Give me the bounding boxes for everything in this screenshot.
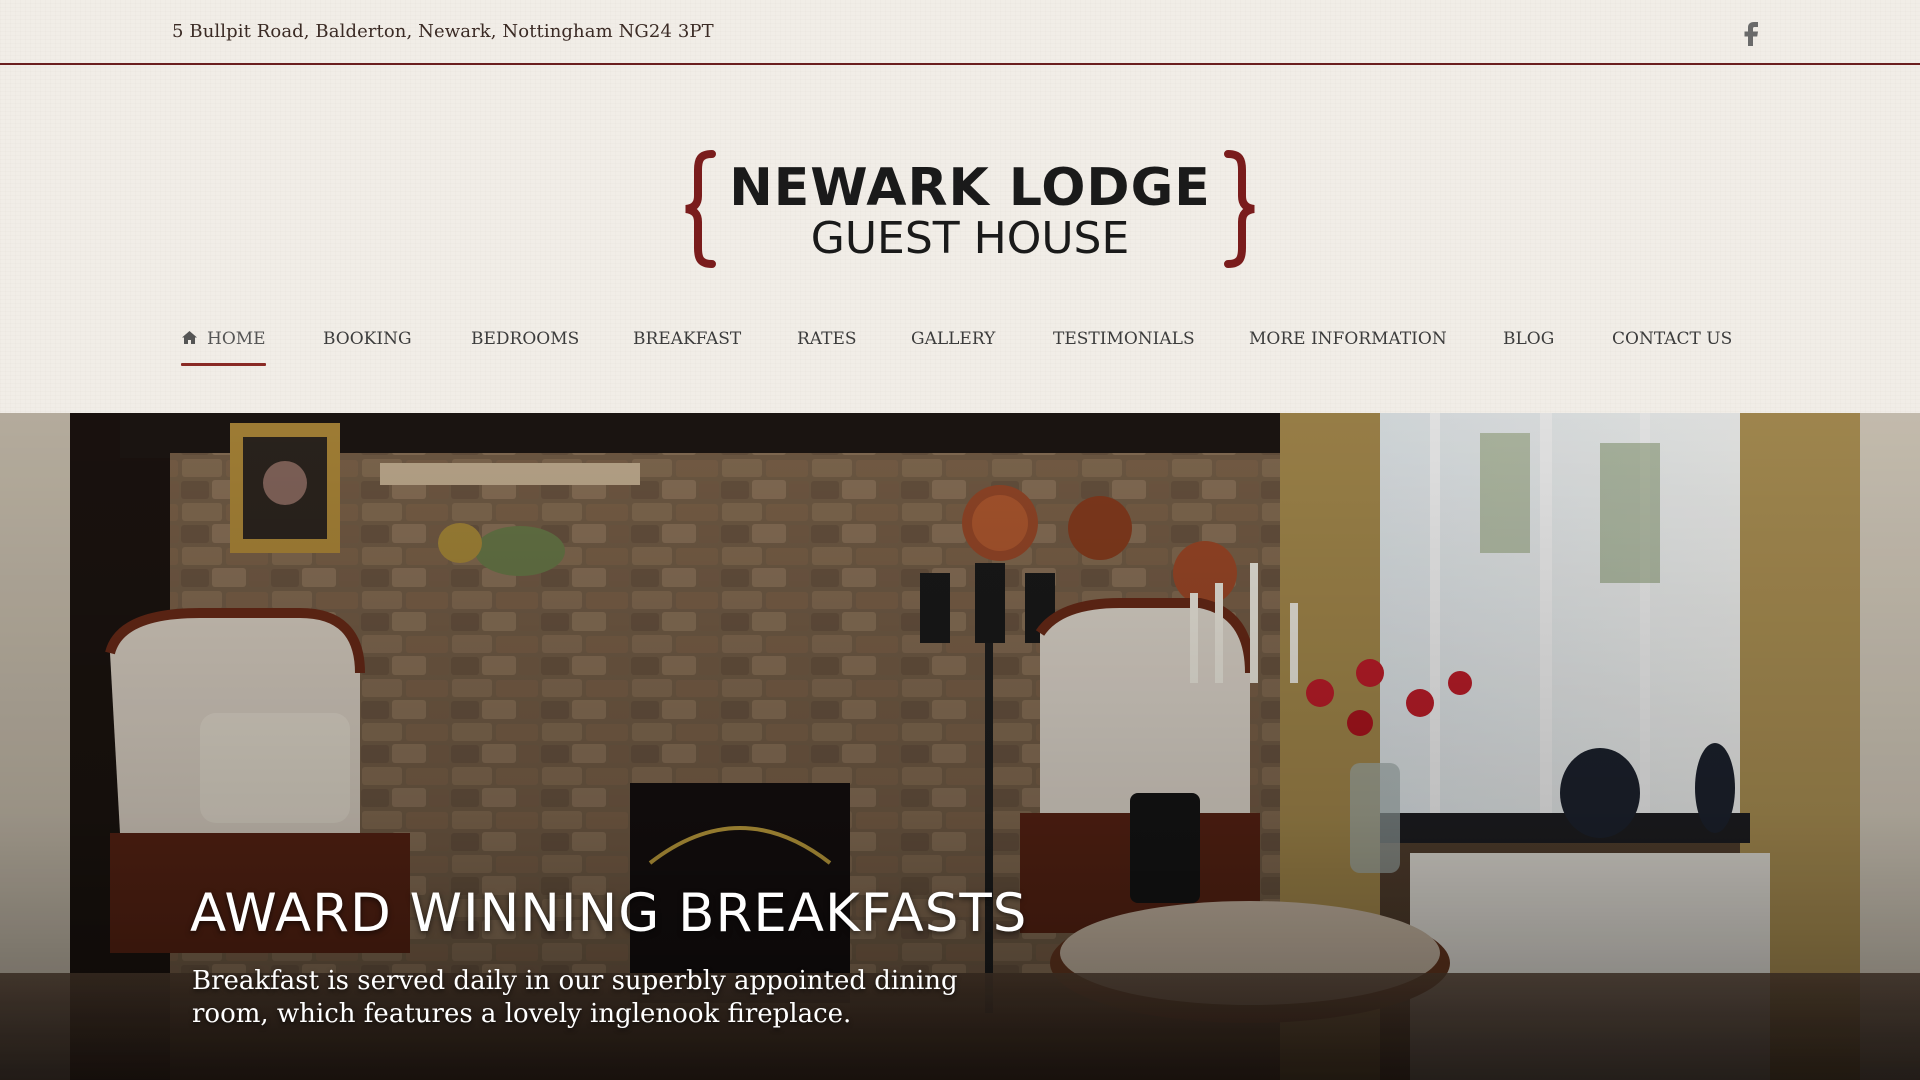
- nav-bedrooms[interactable]: BEDROOMS: [471, 326, 579, 370]
- hero-slider[interactable]: AWARD WINNING BREAKFASTS Breakfast is se…: [0, 413, 1920, 1080]
- logo-subtitle: GUEST HOUSE: [810, 213, 1130, 264]
- facebook-icon[interactable]: [1740, 18, 1762, 48]
- logo-left-brace-icon: [685, 150, 716, 268]
- nav-breakfast[interactable]: BREAKFAST: [633, 326, 741, 370]
- nav-more-information[interactable]: MORE INFORMATION: [1249, 326, 1447, 370]
- page: 5 Bullpit Road, Balderton, Newark, Notti…: [0, 0, 1920, 1080]
- nav-gallery[interactable]: GALLERY: [911, 326, 995, 370]
- hero-description: Breakfast is served daily in our superbl…: [192, 966, 958, 1029]
- main-navigation: HOME BOOKING BEDROOMS BREAKFAST RATES GA…: [0, 326, 1920, 376]
- top-bar: 5 Bullpit Road, Balderton, Newark, Notti…: [0, 0, 1920, 65]
- logo-right-brace-icon: [1224, 150, 1255, 268]
- nav-blog[interactable]: BLOG: [1503, 326, 1554, 370]
- logo-title: NEWARK LODGE: [729, 158, 1211, 218]
- nav-home-label: HOME: [207, 329, 266, 349]
- hero-headline: AWARD WINNING BREAKFASTS: [190, 883, 1028, 944]
- nav-rates[interactable]: RATES: [797, 326, 857, 370]
- nav-contact-us[interactable]: CONTACT US: [1612, 326, 1732, 370]
- address-text: 5 Bullpit Road, Balderton, Newark, Notti…: [172, 21, 714, 42]
- site-logo[interactable]: NEWARK LODGE GUEST HOUSE: [680, 150, 1260, 270]
- nav-home[interactable]: HOME: [181, 326, 266, 370]
- nav-testimonials[interactable]: TESTIMONIALS: [1053, 326, 1195, 370]
- home-icon: [182, 331, 197, 344]
- nav-booking[interactable]: BOOKING: [323, 326, 412, 370]
